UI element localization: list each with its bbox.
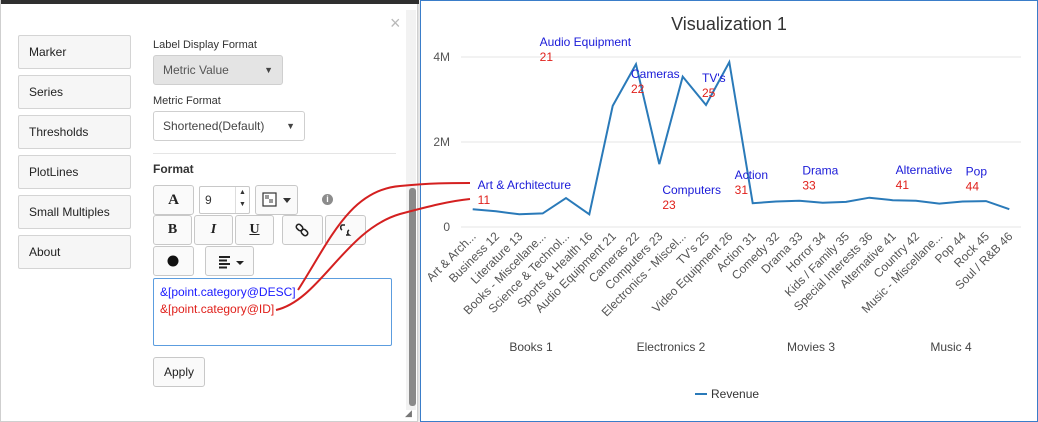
font-family-button[interactable]: A xyxy=(153,185,194,215)
info-icon[interactable]: i xyxy=(322,194,333,205)
underline-button[interactable]: U xyxy=(235,215,274,245)
point-label-desc: Alternative xyxy=(896,163,953,177)
point-label-desc: Art & Architecture xyxy=(478,178,572,192)
group-label: Music 4 xyxy=(930,340,972,354)
nav-marker-button[interactable]: Marker xyxy=(18,35,131,69)
link-button[interactable] xyxy=(282,215,323,245)
resize-handle-icon[interactable]: ◢ xyxy=(405,408,412,419)
format-textarea[interactable]: &[point.category@DESC] &[point.category@… xyxy=(153,278,392,346)
group-label: Electronics 2 xyxy=(637,340,706,354)
chart-panel: Visualization 1 4M 2M 0 Art & Arch... Busin… xyxy=(420,0,1038,422)
group-label: Books 1 xyxy=(509,340,553,354)
section-divider xyxy=(153,153,396,154)
close-icon[interactable]: × xyxy=(390,14,401,32)
point-label-id: 31 xyxy=(735,183,749,197)
italic-button[interactable]: I xyxy=(194,215,233,245)
point-label-id: 44 xyxy=(966,180,980,194)
nav-series-button[interactable]: Series xyxy=(18,75,131,109)
panel-top-strip xyxy=(1,0,419,4)
border-style-button[interactable] xyxy=(255,185,298,215)
chart-legend[interactable]: Revenue xyxy=(695,387,759,401)
nav-small-multiples-button[interactable]: Small Multiples xyxy=(18,195,131,229)
font-family-label: A xyxy=(168,192,179,208)
point-label-desc: Audio Equipment xyxy=(540,35,632,49)
metric-format-label: Metric Format xyxy=(153,95,221,107)
unlink-icon xyxy=(339,224,352,236)
caret-down-icon: ▼ xyxy=(264,65,273,75)
label-display-format-select[interactable]: Metric Value ▼ xyxy=(153,55,283,85)
point-label-id: 41 xyxy=(896,178,910,192)
link-icon xyxy=(295,223,309,237)
metric-format-select[interactable]: Shortened(Default) ▼ xyxy=(153,111,305,141)
apply-button[interactable]: Apply xyxy=(153,357,205,387)
color-button[interactable] xyxy=(153,246,194,276)
y-tick-label: 0 xyxy=(443,220,450,234)
point-label-desc: TV's xyxy=(702,71,726,85)
nav-about-button[interactable]: About xyxy=(18,235,131,269)
y-tick-label: 2M xyxy=(433,135,450,149)
color-dot-icon xyxy=(167,255,179,267)
format-line-id: &[point.category@ID] xyxy=(160,302,275,316)
point-label-desc: Drama xyxy=(802,164,838,178)
y-tick-label: 4M xyxy=(433,50,450,64)
point-label-desc: Pop xyxy=(966,165,988,179)
point-label-id: 25 xyxy=(702,86,716,100)
align-left-icon xyxy=(219,256,244,269)
point-label-id: 22 xyxy=(631,82,645,96)
legend-label: Revenue xyxy=(711,387,759,401)
nav-thresholds-button[interactable]: Thresholds xyxy=(18,115,131,149)
format-panel: × Marker Series Thresholds PlotLines Sma… xyxy=(0,0,419,422)
bold-button[interactable]: B xyxy=(153,215,192,245)
stepper-arrows-icon[interactable]: ▲ ▼ xyxy=(235,187,249,213)
border-pattern-icon xyxy=(262,192,291,207)
font-size-value: 9 xyxy=(205,193,212,207)
point-label-desc: Cameras xyxy=(631,67,680,81)
metric-format-value: Shortened(Default) xyxy=(163,119,265,133)
font-size-stepper[interactable]: 9 ▲ ▼ xyxy=(199,186,250,214)
point-label-id: 23 xyxy=(662,198,676,212)
format-heading: Format xyxy=(153,162,194,176)
point-label-id: 11 xyxy=(478,193,491,207)
label-display-format-label: Label Display Format xyxy=(153,39,257,51)
align-button[interactable] xyxy=(205,246,254,276)
line-chart: Visualization 1 4M2M0 Art & Arch...Busin… xyxy=(424,14,1021,401)
point-label-desc: Computers xyxy=(662,183,721,197)
format-line-desc: &[point.category@DESC] xyxy=(160,285,296,299)
point-label-id: 33 xyxy=(802,179,816,193)
nav-plotlines-button[interactable]: PlotLines xyxy=(18,155,131,189)
unlink-button[interactable] xyxy=(325,215,366,245)
scrollbar-thumb[interactable] xyxy=(409,188,416,406)
point-label-desc: Action xyxy=(735,168,768,182)
caret-down-icon: ▼ xyxy=(286,121,295,131)
point-label-id: 21 xyxy=(540,50,554,64)
group-label: Movies 3 xyxy=(787,340,835,354)
chart-title: Visualization 1 xyxy=(671,14,787,34)
label-display-format-value: Metric Value xyxy=(163,63,229,77)
